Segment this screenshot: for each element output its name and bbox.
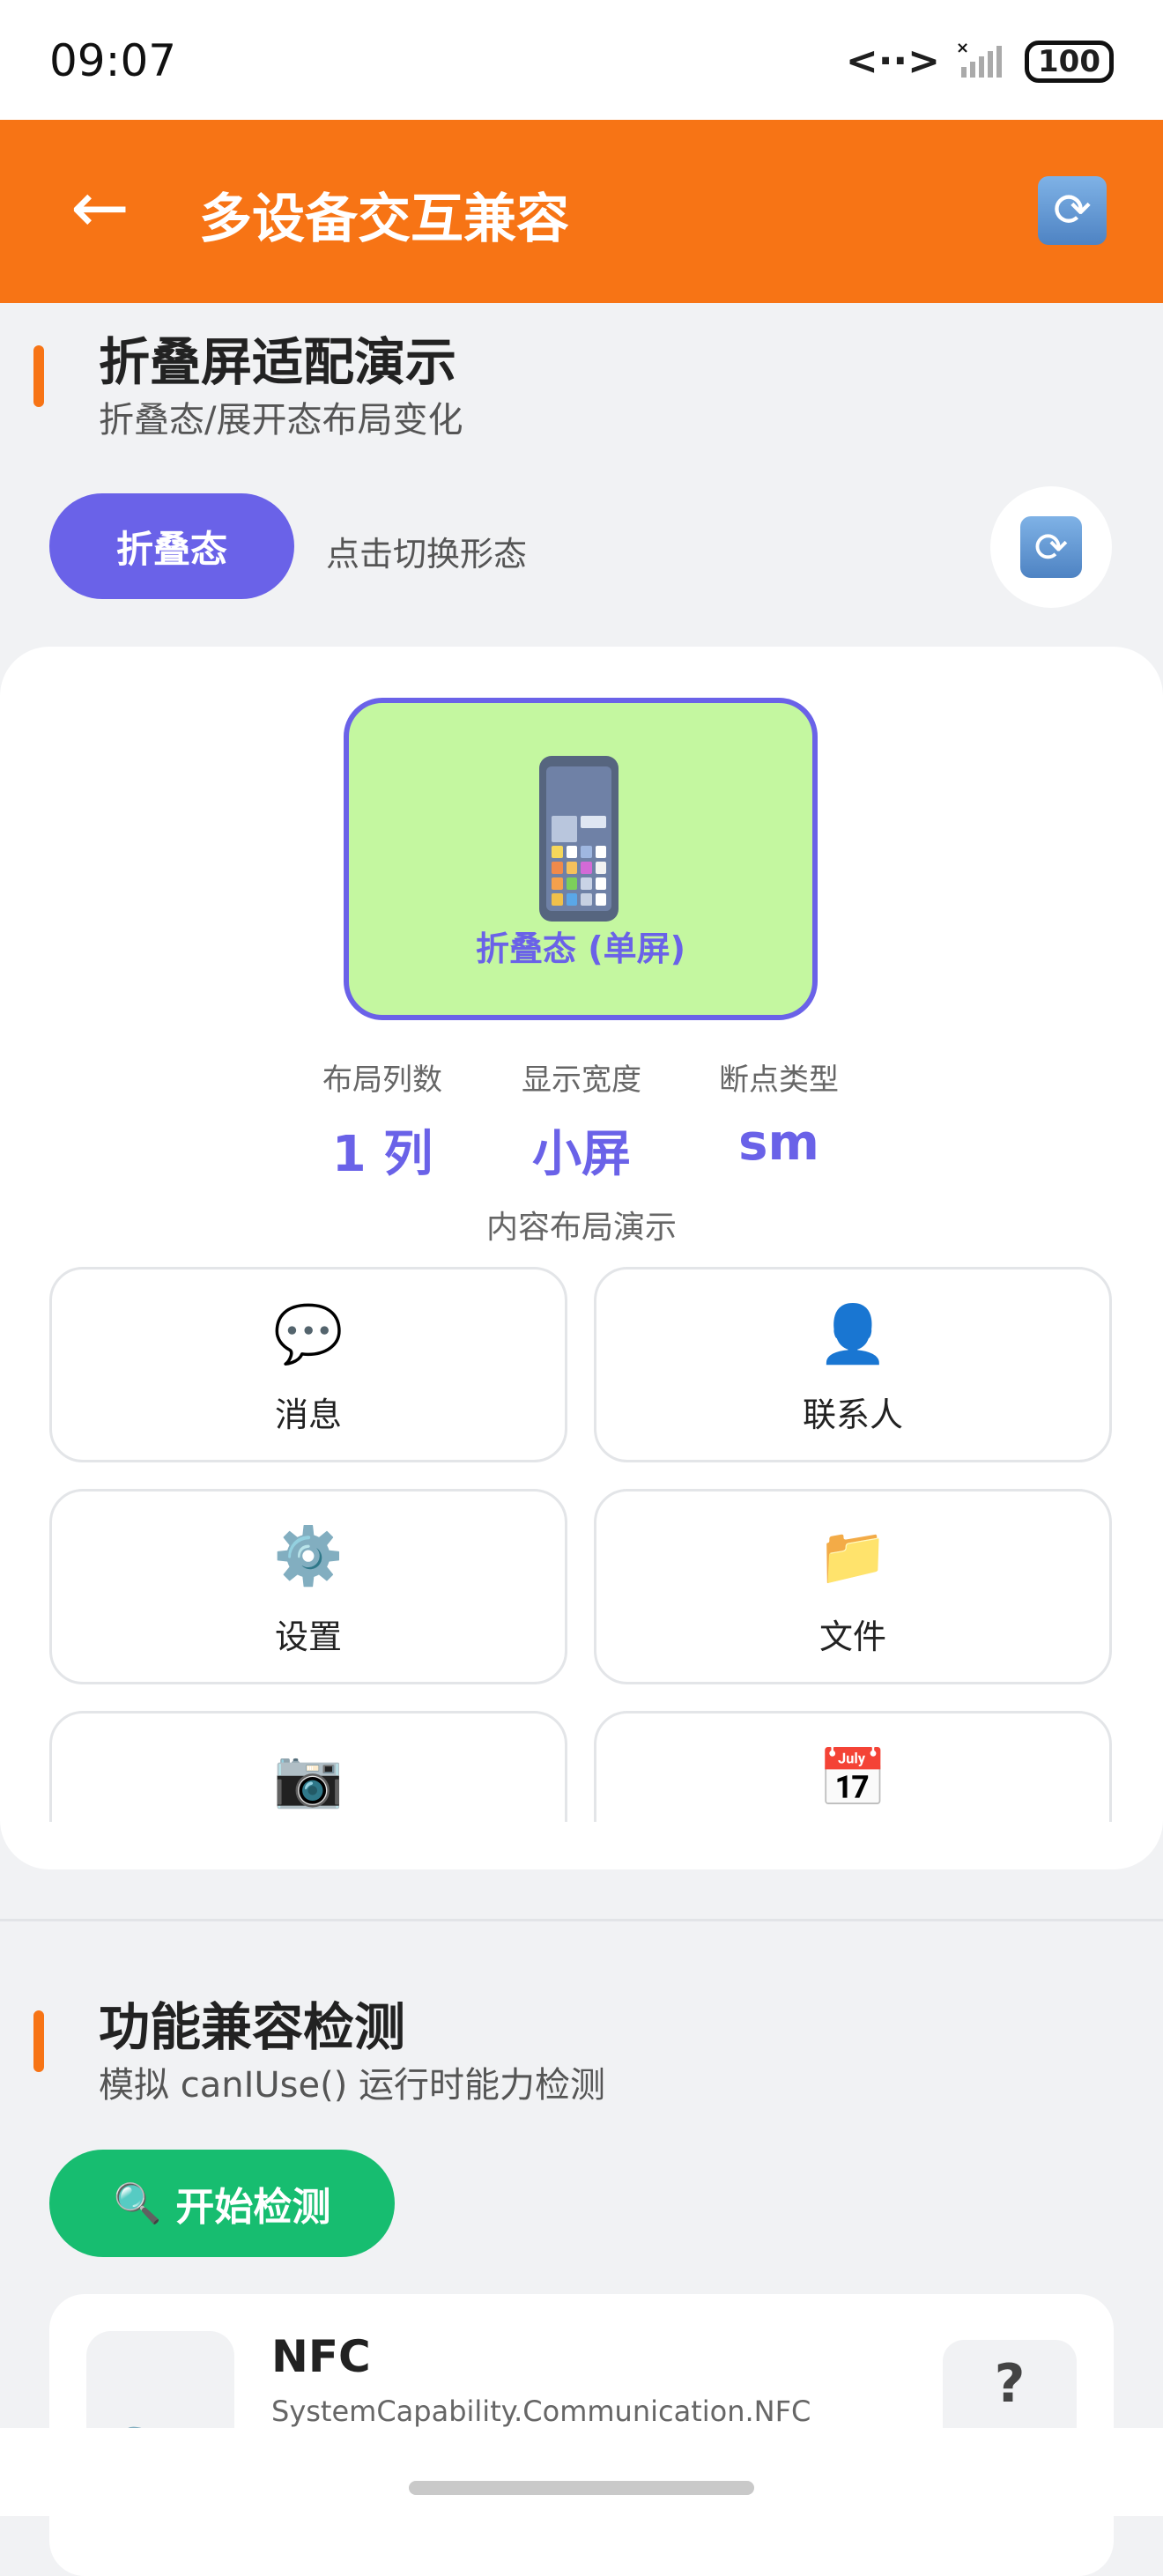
navigation-area	[0, 2428, 1163, 2516]
capability-name: NFC	[271, 2331, 371, 2382]
svg-text:×: ×	[956, 41, 969, 57]
tile-label: 消息	[274, 1395, 342, 1434]
speech-bubble-icon: 💬	[273, 1302, 344, 1367]
capability-id: SystemCapability.Communication.NFC	[271, 2395, 811, 2428]
start-detection-label: 开始检测	[175, 2185, 331, 2230]
folder-icon: 📁	[818, 1524, 888, 1589]
fold-section-title: 折叠屏适配演示	[99, 332, 457, 392]
stat-width: 显示宽度 小屏	[485, 1055, 678, 1186]
toggle-hint: 点击切换形态	[326, 535, 528, 574]
section-accent-bar	[33, 345, 44, 407]
refresh-icon: ⟳	[1020, 516, 1082, 578]
stat-breakpoint: 断点类型 sm	[682, 1055, 876, 1172]
stat-label: 布局列数	[322, 1062, 442, 1098]
section-divider	[0, 1919, 1163, 1921]
device-state-label: 折叠态 (单屏)	[476, 929, 685, 968]
content-demo-label: 内容布局演示	[485, 1210, 677, 1246]
magnifier-icon: 🔍	[113, 2181, 162, 2226]
stat-label: 断点类型	[719, 1062, 839, 1098]
compat-section-subtitle: 模拟 canIUse() 运行时能力检测	[99, 2065, 606, 2106]
tile-label: 设置	[274, 1617, 342, 1656]
fold-state-button[interactable]: 折叠态	[49, 493, 294, 599]
person-icon: 👤	[818, 1302, 888, 1367]
signal-icon: ×	[956, 39, 1009, 83]
stat-value: sm	[738, 1114, 819, 1172]
section-accent-bar	[33, 2010, 44, 2072]
app-header	[0, 120, 1163, 303]
refresh-icon[interactable]: ⟳	[1038, 176, 1107, 245]
tile-files[interactable]: 📁 文件	[594, 1489, 1112, 1684]
data-transfer-icon: <··>	[845, 39, 941, 84]
camera-icon: 📷	[273, 1746, 344, 1811]
compat-section-title: 功能兼容检测	[99, 1997, 406, 2057]
mobile-phone-icon	[539, 756, 619, 922]
tile-messages[interactable]: 💬 消息	[49, 1267, 567, 1462]
gear-icon: ⚙️	[273, 1524, 344, 1589]
stat-columns: 布局列数 1 列	[285, 1055, 479, 1186]
tile-camera[interactable]: 📷	[49, 1711, 567, 1822]
stat-value: 1 列	[331, 1126, 433, 1183]
status-icons: <··> × 100	[846, 39, 1114, 84]
back-arrow-icon[interactable]: ←	[70, 173, 130, 243]
tile-calendar[interactable]: 📅	[594, 1711, 1112, 1822]
stat-label: 显示宽度	[522, 1062, 641, 1098]
tile-label: 联系人	[802, 1395, 903, 1434]
start-detection-button[interactable]: 🔍 开始检测	[49, 2150, 395, 2257]
tile-label: 文件	[819, 1617, 886, 1656]
battery-icon: 100	[1025, 40, 1114, 83]
calendar-icon: 📅	[818, 1746, 888, 1811]
tile-contacts[interactable]: 👤 联系人	[594, 1267, 1112, 1462]
status-time: 09:07	[49, 35, 177, 86]
stat-value: 小屏	[532, 1126, 631, 1183]
fold-section-subtitle: 折叠态/展开态布局变化	[99, 400, 463, 440]
page-title: 多设备交互兼容	[199, 189, 569, 250]
content-grid: 💬 消息 👤 联系人 ⚙️ 设置 📁 文件 📷 📅	[49, 1267, 1114, 1822]
home-indicator[interactable]	[409, 2481, 754, 2495]
switch-form-button[interactable]: ⟳	[990, 486, 1112, 608]
tile-settings[interactable]: ⚙️ 设置	[49, 1489, 567, 1684]
